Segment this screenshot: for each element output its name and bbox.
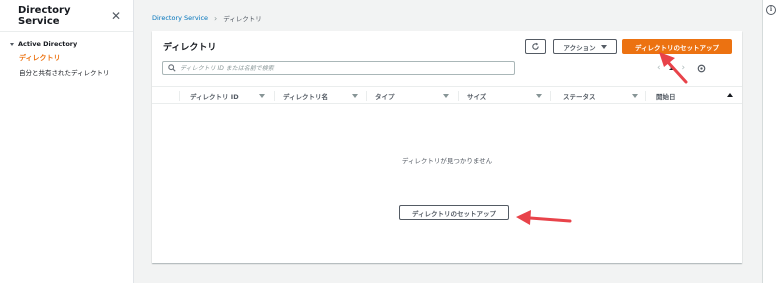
- column-directory-name[interactable]: ディレクトリ名: [283, 87, 328, 104]
- column-separator: [645, 91, 646, 101]
- page-number[interactable]: 1: [669, 64, 674, 72]
- column-size[interactable]: サイズ: [467, 87, 486, 104]
- search-box[interactable]: [162, 61, 515, 75]
- caret-down-icon: [600, 44, 607, 49]
- sidebar-item-directories[interactable]: ディレクトリ: [0, 48, 133, 63]
- sidebar-group-active-directory[interactable]: Active Directory: [0, 32, 133, 48]
- search-icon: [168, 64, 176, 72]
- column-separator: [458, 91, 459, 101]
- empty-state-setup-button[interactable]: ディレクトリのセットアップ: [399, 205, 509, 220]
- panel-title: ディレクトリ: [163, 43, 217, 53]
- sidebar-group-label: Active Directory: [18, 40, 78, 48]
- sidebar-header: Directory Service ✕: [0, 0, 133, 32]
- caret-down-icon[interactable]: [352, 94, 358, 98]
- chevron-right-icon[interactable]: ›: [681, 63, 685, 73]
- column-directory-id[interactable]: ディレクトリ ID: [190, 87, 239, 104]
- empty-state-message: ディレクトリが見つかりません: [401, 157, 493, 165]
- breadcrumb: Directory Service › ディレクトリ: [152, 13, 262, 24]
- directories-panel: ディレクトリ アクション ディレクトリのセットアップ ‹ 1 › ディレクトリ: [152, 31, 742, 263]
- caret-down-icon: [10, 42, 14, 46]
- caret-down-icon[interactable]: [632, 94, 638, 98]
- caret-down-icon[interactable]: [259, 94, 265, 98]
- sidebar-title: Directory Service: [18, 4, 71, 27]
- sidebar: Directory Service ✕ Active Directory ディレ…: [0, 0, 134, 283]
- pagination: ‹ 1 ›: [657, 62, 706, 74]
- column-separator: [366, 91, 367, 101]
- column-status[interactable]: ステータス: [563, 87, 596, 104]
- close-icon[interactable]: ✕: [111, 10, 121, 22]
- sidebar-item-shared-directories[interactable]: 自分と共有されたディレクトリ: [0, 63, 133, 77]
- search-input[interactable]: [180, 64, 500, 72]
- sort-asc-icon[interactable]: [727, 93, 733, 97]
- breadcrumb-current: ディレクトリ: [223, 15, 262, 23]
- chevron-left-icon[interactable]: ‹: [657, 63, 661, 73]
- column-separator: [274, 91, 275, 101]
- chevron-right-icon: ›: [214, 13, 218, 23]
- refresh-button[interactable]: [525, 39, 546, 54]
- caret-down-icon[interactable]: [443, 94, 449, 98]
- column-separator: [179, 91, 180, 101]
- caret-down-icon[interactable]: [536, 94, 542, 98]
- help-panel-strip: i: [762, 0, 780, 283]
- setup-directory-button[interactable]: ディレクトリのセットアップ: [622, 39, 732, 54]
- column-start-date[interactable]: 開始日: [656, 87, 676, 104]
- actions-label: アクション: [563, 43, 596, 52]
- column-type[interactable]: タイプ: [375, 87, 395, 104]
- actions-dropdown[interactable]: アクション: [553, 39, 617, 54]
- column-separator: [550, 91, 551, 101]
- breadcrumb-root-link[interactable]: Directory Service: [152, 14, 208, 22]
- refresh-icon: [532, 42, 539, 50]
- info-icon[interactable]: i: [766, 5, 776, 15]
- table-header: ディレクトリ ID ディレクトリ名 タイプ サイズ ステータス 開始日: [152, 86, 742, 104]
- gear-icon[interactable]: [697, 64, 706, 73]
